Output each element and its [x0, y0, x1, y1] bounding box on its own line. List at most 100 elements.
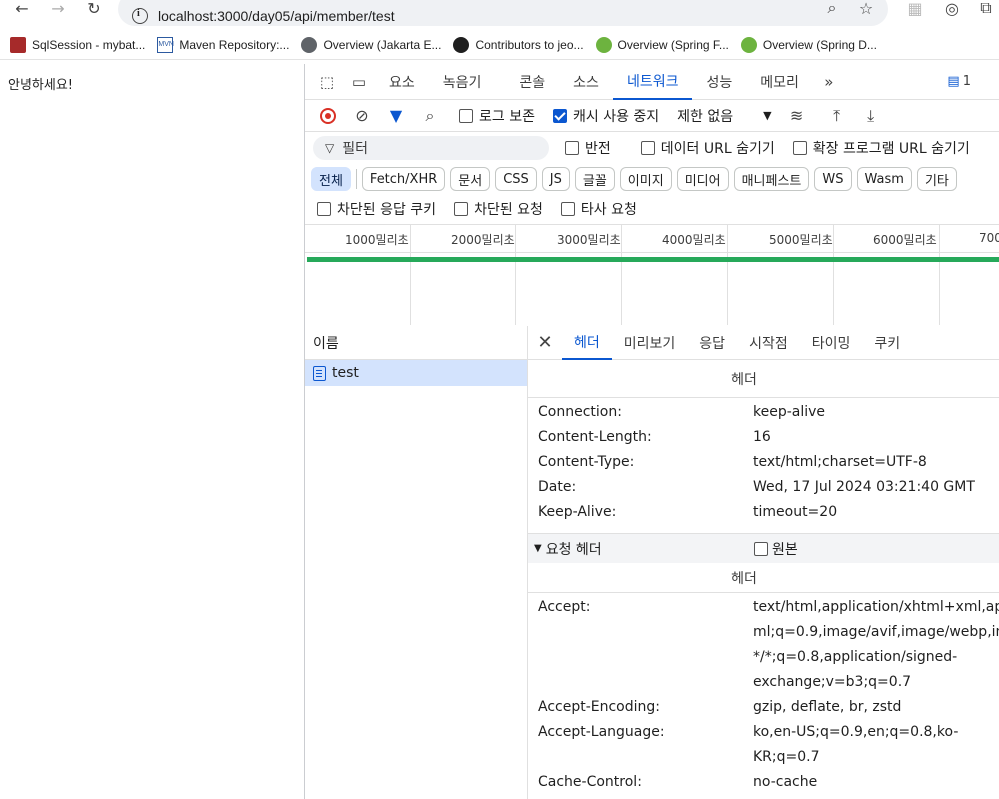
blocked-requests-checkbox[interactable]: 차단된 요청: [454, 199, 543, 219]
header-row: Accept: text/html,application/xhtml+xml,a…: [528, 595, 999, 695]
type-filter-font[interactable]: 글꼴: [574, 167, 615, 191]
header-value: keep-alive: [753, 404, 826, 420]
checkbox-box[interactable]: [754, 541, 768, 556]
import-har-icon[interactable]: ⤒: [822, 102, 852, 130]
type-filter-fetch-xhr[interactable]: Fetch/XHR: [361, 167, 446, 191]
extension-2-icon[interactable]: ◎: [942, 0, 962, 18]
checkbox-box[interactable]: [552, 108, 567, 123]
disable-cache-checkbox[interactable]: 캐시 사용 중지: [552, 106, 659, 126]
checkbox-box[interactable]: [640, 141, 655, 155]
tab-response[interactable]: 응답: [687, 326, 737, 360]
bookmark-label: Overview (Spring F...: [617, 37, 729, 52]
header-key: Accept-Encoding:: [538, 699, 661, 715]
devtools-panel: ⬚ ▭ 요소 녹음기 콘솔 소스 네트워크 성능 메모리 » ▤ 1 ⊘ ▼ ⌕…: [304, 64, 999, 799]
third-party-label: 타사 요청: [580, 202, 637, 218]
checkbox-box[interactable]: [459, 108, 473, 123]
export-har-icon[interactable]: ⤓: [856, 102, 886, 130]
type-filter-manifest[interactable]: 매니페스트: [733, 167, 810, 191]
blocked-requests-label: 차단된 요청: [474, 202, 543, 218]
hide-data-urls-checkbox[interactable]: 데이터 URL 숨기기: [640, 138, 775, 158]
filter-input[interactable]: ▽ 필터: [313, 136, 549, 160]
bookmark-star-icon[interactable]: ☆: [856, 0, 876, 18]
type-filter-wasm[interactable]: Wasm: [856, 167, 912, 191]
tab-network[interactable]: 네트워크: [612, 64, 693, 100]
header-value: no-cache: [753, 774, 818, 790]
header-row: Accept-Language: ko,en-US;q=0.9,en;q=0.8,…: [528, 720, 999, 770]
checkbox-box[interactable]: [317, 202, 331, 216]
name-column-header[interactable]: 이름: [305, 326, 527, 360]
bookmark-label: SqlSession - mybat...: [32, 37, 146, 52]
type-filter-css[interactable]: CSS: [495, 167, 537, 191]
bookmark-item[interactable]: SqlSession - mybat...: [10, 36, 146, 53]
request-name: test: [332, 365, 359, 381]
type-filter-js[interactable]: JS: [541, 167, 570, 191]
reload-icon[interactable]: ↻: [84, 0, 104, 18]
blocked-cookies-checkbox[interactable]: 차단된 응답 쿠키: [317, 199, 436, 219]
header-row: Connection: keep-alive: [528, 400, 999, 425]
type-filter-other[interactable]: 기타: [916, 167, 957, 191]
clear-icon[interactable]: ⊘: [347, 102, 377, 130]
extension-icon[interactable]: ▦: [905, 0, 925, 18]
type-filter-doc[interactable]: 문서: [450, 167, 491, 191]
checkbox-box[interactable]: [560, 202, 575, 216]
mybatis-icon: [10, 36, 26, 53]
puzzle-icon[interactable]: ⧉: [976, 0, 996, 18]
bookmark-item[interactable]: Overview (Spring F...: [595, 36, 729, 53]
network-timeline-overview[interactable]: 1000밀리초 2000밀리초 3000밀리초 4000밀리초 5000밀리초 …: [305, 224, 999, 325]
forward-icon[interactable]: →: [48, 0, 68, 18]
tab-cookies[interactable]: 쿠키: [862, 326, 912, 360]
tab-console[interactable]: 콘솔: [505, 64, 559, 100]
throttling-select[interactable]: 제한 없음 ▼: [677, 106, 771, 126]
request-row[interactable]: test: [305, 360, 527, 386]
url-text[interactable]: localhost:3000/day05/api/member/test: [158, 8, 395, 24]
issues-badge[interactable]: ▤ 1: [947, 74, 971, 89]
checkbox-box[interactable]: [565, 141, 579, 155]
type-filter-media[interactable]: 미디어: [676, 167, 729, 191]
zoom-search-icon[interactable]: ⌕: [822, 0, 842, 18]
invert-checkbox[interactable]: 반전: [565, 138, 611, 158]
url-bar[interactable]: localhost:3000/day05/api/member/test: [118, 0, 888, 26]
type-filter-ws[interactable]: WS: [814, 167, 852, 191]
more-tabs-icon[interactable]: »: [813, 64, 845, 100]
header-value: 16: [753, 429, 771, 445]
timeline-gridline: [939, 225, 940, 325]
globe-icon: [301, 36, 318, 53]
header-key: Content-Length:: [538, 429, 652, 445]
filter-funnel-icon[interactable]: ▼: [381, 102, 411, 130]
tab-memory[interactable]: 메모리: [746, 64, 813, 100]
preserve-log-checkbox[interactable]: 로그 보존: [459, 106, 535, 126]
request-headers-toggle[interactable]: ▼ 요청 헤더 원본: [528, 533, 999, 563]
tab-preview[interactable]: 미리보기: [612, 326, 688, 360]
site-info-icon[interactable]: [132, 8, 148, 24]
inspect-element-icon[interactable]: ⬚: [311, 64, 343, 100]
bookmark-item[interactable]: MVN Maven Repository:...: [157, 36, 289, 53]
checkbox-box[interactable]: [454, 202, 469, 216]
tab-recorder[interactable]: 녹음기: [429, 64, 496, 100]
hide-ext-urls-checkbox[interactable]: 확장 프로그램 URL 숨기기: [792, 138, 970, 158]
bookmark-item[interactable]: Contributors to jeo...: [453, 36, 584, 53]
header-key: Content-Type:: [538, 454, 635, 470]
type-filter-all[interactable]: 전체: [311, 167, 351, 191]
bookmark-item[interactable]: Overview (Jakarta E...: [301, 36, 441, 53]
raw-checkbox[interactable]: 원본: [754, 539, 798, 559]
network-conditions-icon[interactable]: ≋: [782, 102, 812, 130]
tab-timing[interactable]: 타이밍: [800, 326, 863, 360]
header-row: Accept-Encoding: gzip, deflate, br, zstd: [528, 695, 999, 720]
third-party-checkbox[interactable]: 타사 요청: [560, 199, 637, 219]
checkbox-box[interactable]: [792, 141, 807, 155]
search-icon[interactable]: ⌕: [415, 102, 445, 130]
dropdown-arrow-icon: ▼: [763, 109, 772, 122]
back-icon[interactable]: ←: [12, 0, 32, 18]
tab-headers[interactable]: 헤더: [562, 326, 612, 360]
bookmark-item[interactable]: Overview (Spring D...: [740, 36, 877, 53]
tab-performance[interactable]: 성능: [692, 64, 746, 100]
tab-elements[interactable]: 요소: [375, 64, 429, 100]
timeline-ruler: 1000밀리초 2000밀리초 3000밀리초 4000밀리초 5000밀리초 …: [305, 225, 999, 325]
record-icon[interactable]: [313, 102, 343, 130]
tab-initiator[interactable]: 시작점: [737, 326, 800, 360]
device-toolbar-icon[interactable]: ▭: [343, 64, 375, 100]
tab-sources[interactable]: 소스: [559, 64, 613, 100]
close-icon[interactable]: ✕: [528, 326, 562, 360]
response-headers-section-title: 헤더: [528, 360, 999, 398]
type-filter-img[interactable]: 이미지: [619, 167, 672, 191]
